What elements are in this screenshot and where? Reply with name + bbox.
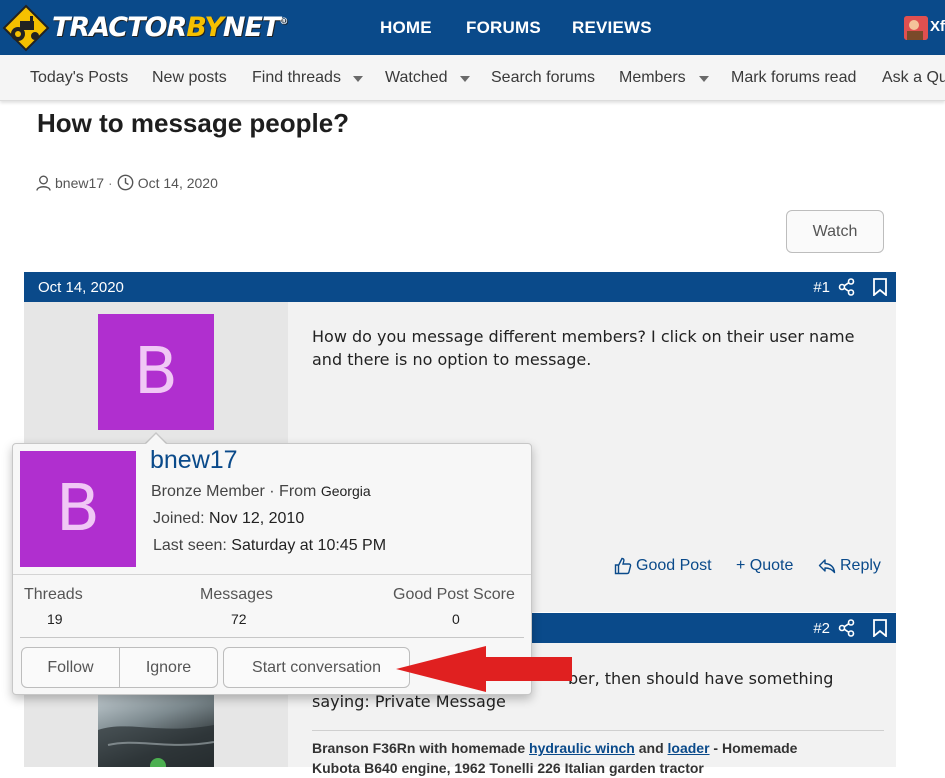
- site-logo[interactable]: TRACTORBYNET®: [0, 0, 288, 55]
- subnav-find-threads[interactable]: Find threads: [252, 69, 341, 87]
- tractor-badge-icon: [2, 4, 50, 52]
- page-title: How to message people?: [37, 108, 350, 138]
- member-joined: Joined: Nov 12, 2010: [153, 510, 304, 528]
- site-header: TRACTORBYNET® HOME FORUMS REVIEWS Xf: [0, 0, 945, 55]
- logo-wordmark: TRACTORBYNET®: [52, 12, 288, 43]
- thread-author[interactable]: bnew17: [55, 175, 104, 191]
- last-seen-value: Saturday at 10:45 PM: [231, 537, 387, 554]
- quote-button[interactable]: + Quote: [736, 557, 793, 575]
- member-role: Bronze Member: [151, 483, 265, 500]
- ignore-button[interactable]: Ignore: [119, 647, 218, 688]
- joined-label: Joined:: [153, 510, 205, 527]
- avatar[interactable]: B: [20, 451, 136, 567]
- subnav-members[interactable]: Members: [619, 69, 686, 87]
- reply-icon: [818, 559, 836, 574]
- sub-navigation: Today's Posts New posts Find threads Wat…: [0, 55, 945, 101]
- chevron-down-icon[interactable]: [699, 76, 709, 82]
- tooltip-arrow-inner: [146, 434, 166, 444]
- avatar[interactable]: [98, 690, 214, 767]
- subnav-ask-a-question[interactable]: Ask a Qu: [882, 69, 945, 87]
- last-seen-label: Last seen:: [153, 537, 227, 554]
- member-from-label: · From: [269, 483, 317, 500]
- bookmark-icon[interactable]: [872, 619, 888, 642]
- signature-divider: [312, 730, 884, 731]
- nav-forums[interactable]: FORUMS: [466, 18, 541, 38]
- member-last-seen: Last seen: Saturday at 10:45 PM: [153, 537, 386, 555]
- signature: Branson F36Rn with homemade hydraulic wi…: [312, 740, 798, 756]
- avatar[interactable]: B: [98, 314, 214, 430]
- meta-separator: ·: [108, 174, 113, 191]
- stat-threads-label: Threads: [24, 586, 83, 603]
- quote-label: + Quote: [736, 557, 794, 574]
- stat-threads-value[interactable]: 19: [47, 611, 63, 627]
- post-date[interactable]: Oct 14, 2020: [38, 279, 124, 296]
- user-icon: [36, 175, 51, 191]
- post-1-message: How do you message different members? I …: [312, 327, 855, 369]
- subnav-search-forums[interactable]: Search forums: [491, 69, 595, 87]
- user-menu-label[interactable]: Xf: [930, 18, 945, 35]
- nav-reviews[interactable]: REVIEWS: [572, 18, 652, 38]
- thread-date[interactable]: Oct 14, 2020: [138, 175, 218, 191]
- annotation-arrow-icon: [396, 644, 572, 701]
- divider: [20, 637, 524, 638]
- chevron-down-icon[interactable]: [460, 76, 470, 82]
- stat-messages-value[interactable]: 72: [231, 611, 247, 627]
- member-location: Georgia: [320, 483, 371, 499]
- chevron-down-icon[interactable]: [353, 76, 363, 82]
- bookmark-icon[interactable]: [872, 278, 888, 301]
- post-number[interactable]: #1: [813, 279, 830, 296]
- stat-messages-label: Messages: [200, 586, 273, 603]
- member-username[interactable]: bnew17: [150, 446, 238, 475]
- user-avatar-icon[interactable]: [904, 16, 928, 40]
- thumbs-up-icon: [614, 557, 632, 575]
- clock-icon: [117, 174, 134, 191]
- subnav-watched[interactable]: Watched: [385, 69, 448, 87]
- post-number[interactable]: #2: [813, 620, 830, 637]
- share-icon[interactable]: [838, 278, 856, 301]
- nav-home[interactable]: HOME: [380, 18, 432, 38]
- subnav-todays-posts[interactable]: Today's Posts: [30, 69, 128, 87]
- joined-value: Nov 12, 2010: [209, 510, 305, 527]
- post-1-header: Oct 14, 2020 #1: [24, 272, 896, 302]
- good-post-button[interactable]: Good Post: [614, 557, 712, 575]
- reply-label: Reply: [840, 557, 881, 574]
- watch-button[interactable]: Watch: [786, 210, 884, 253]
- thread-meta: bnew17 · Oct 14, 2020: [36, 174, 218, 191]
- subnav-new-posts[interactable]: New posts: [152, 69, 227, 87]
- good-post-label: Good Post: [636, 557, 712, 574]
- reply-button[interactable]: Reply: [818, 557, 881, 575]
- member-title-line: Bronze Member · From Georgia: [151, 483, 371, 501]
- follow-button[interactable]: Follow: [21, 647, 120, 688]
- signature-link-loader[interactable]: loader: [668, 740, 710, 756]
- stat-good-post-score-value: 0: [452, 611, 460, 627]
- divider: [13, 574, 531, 575]
- signature-link-winch[interactable]: hydraulic winch: [529, 740, 635, 756]
- start-conversation-button[interactable]: Start conversation: [223, 647, 410, 688]
- stat-good-post-score-label: Good Post Score: [393, 586, 515, 603]
- share-icon[interactable]: [838, 619, 856, 642]
- subnav-mark-forums-read[interactable]: Mark forums read: [731, 69, 856, 87]
- signature-line-2: Kubota B640 engine, 1962 Tonelli 226 Ita…: [312, 760, 704, 776]
